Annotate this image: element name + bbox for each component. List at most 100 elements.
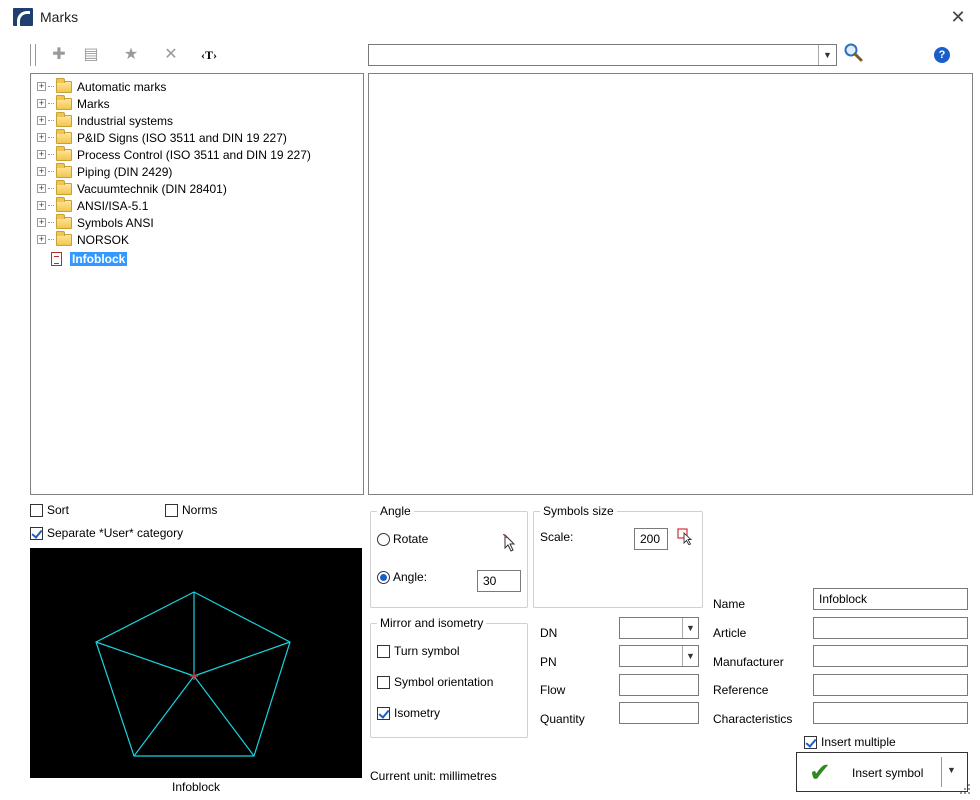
pick-scale-icon[interactable] [677, 527, 695, 546]
symbol-caption: Infoblock [171, 780, 221, 794]
expand-icon[interactable]: + [37, 116, 46, 125]
folder-icon [56, 213, 72, 229]
insert-symbol-label: Insert symbol [852, 766, 924, 780]
chevron-down-icon[interactable]: ▼ [682, 618, 698, 638]
symbol-orientation-checkbox[interactable]: Symbol orientation [377, 675, 493, 689]
search-dropdown-icon[interactable]: ▼ [818, 45, 836, 65]
characteristics-label: Characteristics [713, 712, 793, 726]
properties-icon[interactable]: ▤ [80, 44, 102, 66]
flow-label: Flow [540, 683, 566, 697]
expand-icon[interactable]: + [37, 82, 46, 91]
expand-icon[interactable]: + [37, 167, 46, 176]
chevron-down-icon[interactable]: ▼ [682, 646, 698, 666]
separate-user-label: Separate *User* category [47, 526, 184, 540]
rotate-label: Rotate [393, 532, 429, 546]
expand-icon[interactable]: + [37, 235, 46, 244]
checkbox-box[interactable] [165, 503, 178, 517]
norms-label: Norms [182, 503, 218, 517]
folder-icon [56, 145, 72, 161]
tree-item-label: NORSOK [77, 232, 130, 247]
pn-select[interactable]: ▼ [619, 645, 699, 667]
checkbox-box[interactable] [377, 644, 390, 658]
tree-item[interactable]: + Automatic marks [37, 77, 166, 95]
checkbox-box[interactable] [804, 735, 817, 749]
folder-icon [56, 179, 72, 195]
tree-item[interactable]: + NORSOK [37, 230, 130, 248]
folder-icon [56, 94, 72, 110]
reference-label: Reference [713, 683, 769, 697]
search-input[interactable] [368, 44, 837, 66]
symbol-gallery[interactable] [368, 73, 973, 495]
pick-angle-icon[interactable] [502, 533, 519, 552]
name-input[interactable]: Infoblock [813, 588, 968, 610]
text-icon[interactable]: ‹T› [198, 44, 220, 66]
norms-checkbox[interactable]: Norms [165, 503, 217, 517]
help-icon[interactable]: ? [934, 47, 950, 63]
checkbox-box[interactable] [377, 706, 390, 720]
folder-icon [56, 162, 72, 178]
tree-item-selected[interactable]: Infoblock [37, 250, 128, 267]
expand-icon[interactable]: + [37, 201, 46, 210]
characteristics-input[interactable] [813, 702, 968, 724]
app-logo-icon [13, 8, 33, 26]
angle-group-title: Angle [377, 504, 414, 518]
separate-user-checkbox[interactable]: Separate *User* category [30, 526, 183, 540]
close-icon[interactable]: ✕ [948, 7, 968, 27]
reference-input[interactable] [813, 674, 968, 696]
folder-icon [56, 230, 72, 246]
dn-select[interactable]: ▼ [619, 617, 699, 639]
search-icon[interactable] [842, 42, 864, 64]
manufacturer-label: Manufacturer [713, 655, 784, 669]
expand-icon[interactable]: + [37, 150, 46, 159]
expand-icon[interactable]: + [37, 184, 46, 193]
tree-item[interactable]: + Vacuumtechnik (DIN 28401) [37, 179, 227, 197]
turn-symbol-checkbox[interactable]: Turn symbol [377, 644, 460, 658]
radio-button[interactable] [377, 570, 390, 584]
expand-icon[interactable]: + [37, 99, 46, 108]
add-icon[interactable]: ✚ [48, 44, 70, 66]
toolbar-grip[interactable] [30, 44, 36, 66]
tree-item[interactable]: + ANSI/ISA-5.1 [37, 196, 148, 214]
symbols-size-group: Symbols size Scale: 200 [533, 504, 703, 608]
expand-icon[interactable]: + [37, 133, 46, 142]
title-bar: Marks ✕ [0, 0, 980, 35]
current-unit-text: Current unit: millimetres [370, 769, 497, 783]
chevron-down-icon[interactable]: ▼ [947, 765, 956, 775]
radio-button[interactable] [377, 532, 390, 546]
angle-input[interactable]: 30 [477, 570, 521, 592]
dn-label: DN [540, 626, 558, 640]
insert-symbol-button[interactable]: ✔ Insert symbol ▼ [796, 752, 968, 792]
scale-input[interactable]: 200 [634, 528, 668, 550]
resize-grip-icon[interactable] [958, 782, 972, 796]
mirror-isometry-title: Mirror and isometry [377, 616, 487, 630]
checkbox-box[interactable] [30, 503, 43, 517]
tree-item[interactable]: + Symbols ANSI [37, 213, 154, 231]
quantity-input[interactable] [619, 702, 699, 724]
turn-symbol-label: Turn symbol [394, 644, 460, 658]
expand-icon[interactable]: + [37, 218, 46, 227]
window-title: Marks [40, 9, 79, 25]
insert-multiple-label: Insert multiple [821, 735, 896, 749]
tree-item-label: Process Control (ISO 3511 and DIN 19 227… [77, 147, 311, 162]
insert-multiple-checkbox[interactable]: Insert multiple [804, 735, 896, 749]
name-label: Name [713, 597, 746, 611]
star-icon[interactable]: ★ [120, 44, 142, 66]
tree-item[interactable]: + P&ID Signs (ISO 3511 and DIN 19 227) [37, 128, 287, 146]
checkbox-box[interactable] [377, 675, 390, 689]
isometry-checkbox[interactable]: Isometry [377, 706, 440, 720]
flow-input[interactable] [619, 674, 699, 696]
checkbox-box[interactable] [30, 526, 43, 540]
tree-item[interactable]: + Process Control (ISO 3511 and DIN 19 2… [37, 145, 311, 163]
sort-checkbox[interactable]: Sort [30, 503, 69, 517]
tree-item[interactable]: + Piping (DIN 2429) [37, 162, 172, 180]
article-input[interactable] [813, 617, 968, 639]
tree-item-label: Symbols ANSI [77, 215, 154, 230]
folder-icon [56, 111, 72, 127]
delete-icon[interactable]: ✕ [160, 44, 182, 66]
tree-item[interactable]: + Industrial systems [37, 111, 173, 129]
manufacturer-input[interactable] [813, 645, 968, 667]
category-tree[interactable]: + Automatic marks + Marks + Industrial s… [30, 73, 364, 495]
rotate-radio[interactable]: Rotate [377, 532, 428, 546]
tree-item[interactable]: + Marks [37, 94, 110, 112]
angle-radio[interactable]: Angle: [377, 570, 427, 584]
